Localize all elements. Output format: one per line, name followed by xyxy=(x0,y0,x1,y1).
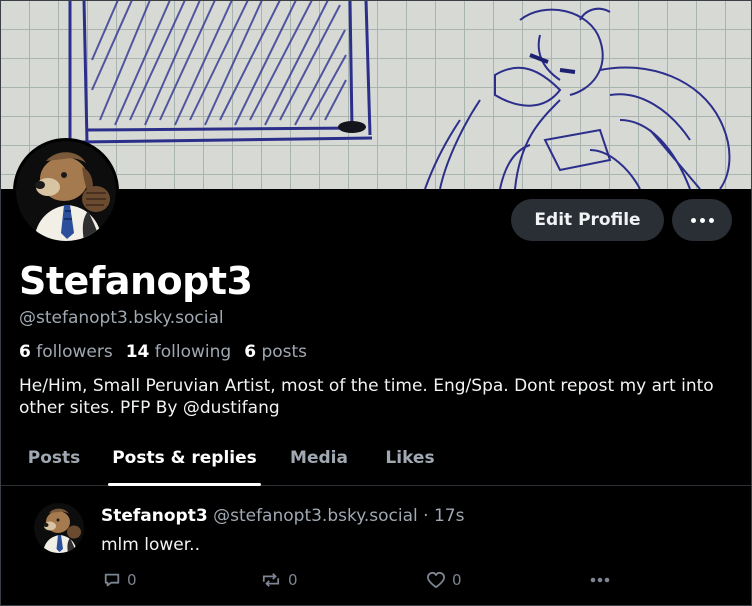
profile-tabs: Posts Posts & replies Media Likes xyxy=(0,430,752,486)
tab-label: Posts & replies xyxy=(112,447,257,468)
tab-label: Media xyxy=(290,447,348,468)
post-body: mlm lower.. xyxy=(101,535,200,555)
ellipsis-icon xyxy=(690,217,714,223)
profile-stats: 6 followers 14 following 6 posts xyxy=(19,342,320,362)
posts-label: posts xyxy=(261,342,308,362)
profile-avatar[interactable] xyxy=(13,138,119,244)
reply-icon xyxy=(104,573,120,587)
following-label: following xyxy=(154,342,232,362)
profile-handle: @stefanopt3.bsky.social xyxy=(19,308,224,328)
post-author-name[interactable]: Stefanopt3 xyxy=(101,506,208,526)
dog-avatar-image xyxy=(34,503,84,553)
post-more-button[interactable] xyxy=(589,569,611,591)
post-author-handle[interactable]: @stefanopt3.bsky.social xyxy=(213,506,418,526)
like-button[interactable]: 0 xyxy=(426,569,462,591)
profile-banner[interactable] xyxy=(0,0,752,189)
post-timestamp[interactable]: 17s xyxy=(434,506,465,526)
repost-icon xyxy=(262,573,280,587)
edit-profile-label: Edit Profile xyxy=(534,210,641,230)
post-author-avatar[interactable] xyxy=(34,503,84,553)
reply-button[interactable]: 0 xyxy=(103,569,137,591)
following-count: 14 xyxy=(125,342,150,362)
edit-profile-button[interactable]: Edit Profile xyxy=(511,199,664,241)
following-stat[interactable]: 14 following xyxy=(126,342,232,362)
tab-label: Posts xyxy=(27,447,81,468)
tab-posts-and-replies[interactable]: Posts & replies xyxy=(108,430,261,486)
ellipsis-icon xyxy=(590,577,610,583)
banner-sketch-image xyxy=(68,0,731,189)
profile-bio: He/Him, Small Peruvian Artist, most of t… xyxy=(19,376,714,418)
reply-count: 0 xyxy=(127,571,137,589)
profile-display-name: Stefanopt3 xyxy=(19,259,253,303)
tab-media[interactable]: Media xyxy=(280,430,358,485)
followers-stat[interactable]: 6 followers xyxy=(19,342,113,362)
followers-label: followers xyxy=(36,342,113,362)
dog-avatar-image xyxy=(16,141,116,241)
more-options-button[interactable] xyxy=(672,199,732,241)
tab-label: Likes xyxy=(385,447,435,468)
posts-stat: 6 posts xyxy=(244,342,307,362)
repost-count: 0 xyxy=(288,571,298,589)
tab-likes[interactable]: Likes xyxy=(376,430,444,485)
active-tab-indicator xyxy=(108,483,261,486)
like-count: 0 xyxy=(452,571,462,589)
posts-count: 6 xyxy=(244,342,257,362)
heart-icon xyxy=(427,571,445,589)
repost-button[interactable]: 0 xyxy=(260,569,298,591)
post-header: Stefanopt3 @stefanopt3.bsky.social · 17s xyxy=(101,506,464,526)
post-meta-separator: · xyxy=(423,506,429,526)
tab-posts[interactable]: Posts xyxy=(19,430,89,485)
followers-count: 6 xyxy=(19,342,31,362)
